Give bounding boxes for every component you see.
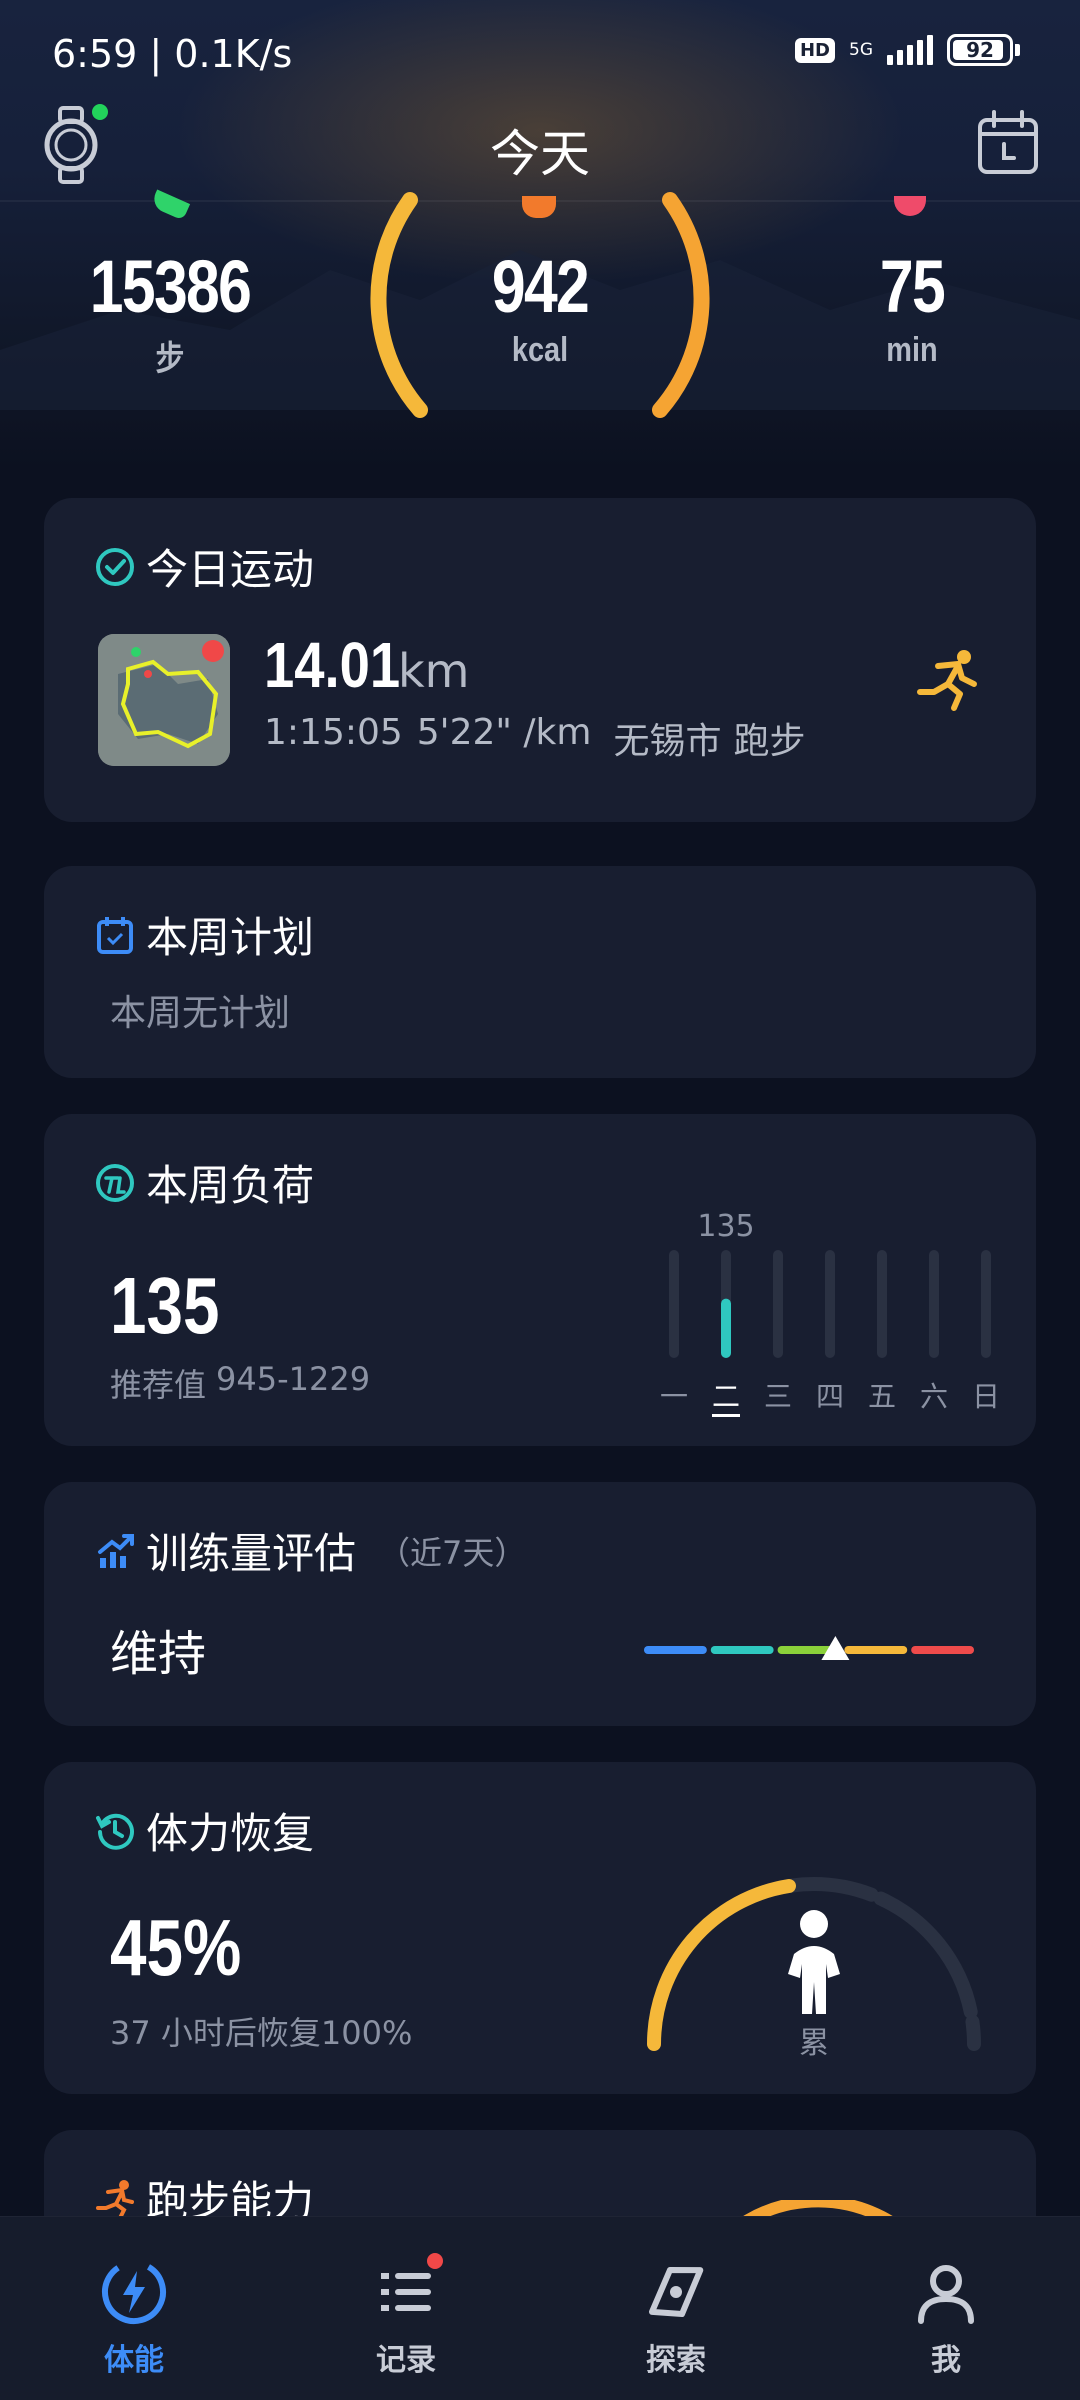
person-figure-icon: [788, 1910, 840, 2014]
flame-icon: [522, 196, 556, 218]
trend-up-icon: [98, 1533, 134, 1568]
recommended-label: 推荐值: [110, 1366, 207, 1404]
recovery-percent: 45%: [110, 1903, 242, 1992]
recovery-clock-icon: [96, 1813, 134, 1850]
person-icon: [911, 2257, 981, 2327]
status-bar: 6:59 | 0.1K/s HD 5G 92: [0, 0, 1080, 110]
route-map-thumbnail[interactable]: [98, 634, 230, 766]
card-header: 训练量评估 （近7天）: [94, 1520, 526, 1581]
calendar-plan-icon: [97, 916, 133, 954]
scale-segment: [844, 1646, 908, 1654]
load-gauge-icon: [96, 1163, 134, 1202]
tab-fitness[interactable]: 体能: [44, 2257, 224, 2379]
day-bar-track: [877, 1250, 887, 1358]
day-label: 一: [660, 1380, 688, 1413]
runner-small-icon: [96, 2179, 134, 2220]
day-label: 二: [712, 1380, 740, 1413]
card-subtitle: （近7天）: [378, 1533, 527, 1572]
day-label: 五: [868, 1380, 896, 1413]
card-title: 体力恢复: [146, 1809, 315, 1858]
scale-segment: [644, 1646, 707, 1654]
distance-unit: km: [398, 644, 470, 698]
card-header: 本周计划: [94, 904, 314, 965]
card-title: 本周负荷: [146, 1161, 315, 1210]
current-day-underline: [712, 1414, 740, 1417]
calories-value: 942: [491, 245, 590, 328]
running-icon: [917, 650, 977, 711]
day-label: 四: [816, 1380, 844, 1413]
day-label: 六: [920, 1380, 948, 1413]
steps-unit: 步: [155, 340, 185, 378]
bolt-icon: [99, 2257, 169, 2327]
tab-label: 体能: [104, 2343, 164, 2378]
activity-duration: 1:15:05: [264, 712, 403, 753]
card-title: 本周计划: [146, 913, 315, 962]
tab-records[interactable]: 记录: [316, 2253, 496, 2379]
card-header: 本周负荷: [94, 1152, 314, 1213]
day-bar-track: [773, 1250, 783, 1358]
status-icons: HD 5G 92: [794, 34, 1020, 66]
day-bar-track: [669, 1250, 679, 1358]
training-scale-bar: [644, 1636, 974, 1660]
today-activity-card[interactable]: 今日运动 14.01 km 1:15:05 5'22" /km 无锡市 跑步: [44, 498, 1036, 822]
card-title: 训练量评估: [146, 1529, 357, 1578]
recovery-card[interactable]: 体力恢复 45% 37 小时后恢复100% 累: [44, 1762, 1036, 2094]
load-value: 135: [110, 1261, 220, 1350]
weekly-load-chart: 135 一二三四五六日: [660, 1210, 1000, 1417]
check-circle-icon: [96, 547, 134, 586]
tab-label: 探索: [646, 2343, 706, 2378]
activity-sport: 跑步: [733, 721, 806, 762]
weekly-plan-card[interactable]: 本周计划 本周无计划: [44, 866, 1036, 1078]
activity-city: 无锡市: [613, 721, 722, 762]
tab-label: 我: [931, 2343, 961, 2378]
bottom-tab-bar: 体能 记录 探索 我: [0, 2216, 1080, 2400]
card-header: 今日运动: [94, 536, 314, 597]
activity-distance: 14.01 km: [264, 628, 469, 702]
recommended-range: 945-1229: [216, 1360, 371, 1398]
steps-value: 15386: [89, 245, 252, 328]
day-label: 三: [764, 1380, 792, 1413]
hd-badge: HD: [794, 37, 835, 63]
distance-value: 14.01: [264, 629, 401, 701]
day-label: 日: [972, 1380, 1000, 1413]
calendar-icon: [978, 110, 1038, 174]
tab-me[interactable]: 我: [856, 2257, 1036, 2379]
signal-icon: [887, 35, 933, 65]
minutes-unit: min: [886, 331, 938, 369]
list-icon: [371, 2253, 443, 2327]
weekly-load-card[interactable]: 本周负荷 135 推荐值 945-1229 135 一二三四五六日: [44, 1114, 1036, 1446]
minutes-value: 75: [879, 245, 946, 328]
battery-icon: 92: [947, 34, 1020, 66]
map-marker-dot: [202, 640, 224, 662]
tab-label: 记录: [376, 2343, 436, 2378]
calories-unit: kcal: [511, 331, 569, 369]
minutes-stat[interactable]: 75 min: [792, 244, 1032, 370]
card-header: 体力恢复: [94, 1800, 314, 1861]
battery-level: 92: [966, 38, 994, 62]
day-bar-track: [825, 1250, 835, 1358]
recovery-state: 累: [799, 2026, 829, 2061]
activity-pace: 5'22" /km: [416, 712, 592, 753]
tab-explore[interactable]: 探索: [586, 2257, 766, 2379]
load-recommended: 推荐值 945-1229: [110, 1360, 370, 1406]
compass-icon: [641, 2257, 711, 2327]
peak-value-label: 135: [697, 1210, 754, 1244]
training-eval-card[interactable]: 训练量评估 （近7天） 维持: [44, 1482, 1036, 1726]
scale-segment: [911, 1646, 974, 1654]
plan-empty-text: 本周无计划: [110, 993, 291, 1034]
day-bar-value: [721, 1298, 731, 1358]
steps-stat[interactable]: 15386 步: [50, 244, 290, 380]
calendar-button[interactable]: [976, 110, 1040, 176]
recovery-note: 37 小时后恢复100%: [110, 2014, 413, 2052]
eval-status: 维持: [110, 1626, 207, 1682]
day-bar-track: [929, 1250, 939, 1358]
scale-segment: [710, 1646, 774, 1654]
day-bar-track: [981, 1250, 991, 1358]
calories-stat[interactable]: 942 kcal: [420, 244, 660, 370]
notification-badge: [427, 2253, 443, 2269]
status-time: 6:59 | 0.1K/s: [52, 32, 293, 76]
card-title: 今日运动: [146, 545, 315, 594]
network-label: 5G: [849, 40, 873, 60]
activity-meta: 1:15:05 5'22" /km 无锡市 跑步: [264, 712, 805, 764]
